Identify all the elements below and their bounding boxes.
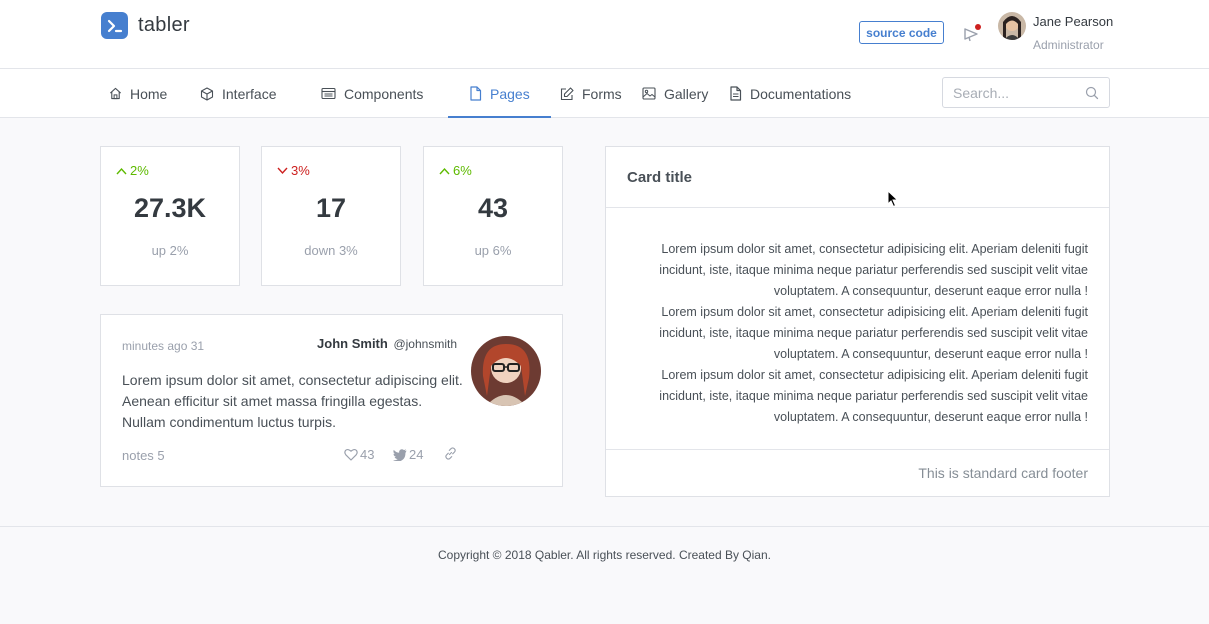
source-code-button[interactable]: source code [859, 21, 944, 44]
card-body: Lorem ipsum dolor sit amet, consectetur … [628, 239, 1088, 428]
nav-label-interface: Interface [222, 85, 277, 102]
stat-label: up 6% [474, 243, 512, 258]
brand-name: tabler [138, 14, 190, 36]
search-icon[interactable] [1085, 86, 1099, 100]
file-icon [470, 86, 482, 101]
stat-card: 6% 43 up 6% [423, 146, 563, 286]
nav-label-home: Home [130, 85, 168, 102]
stat-change: 3% [277, 163, 310, 178]
post-body: Lorem ipsum dolor sit amet, consectetur … [122, 372, 463, 430]
search-input[interactable] [953, 84, 1078, 101]
heart-icon [344, 448, 358, 461]
chevron-up-icon [116, 167, 127, 174]
stat-label: up 2% [151, 243, 189, 258]
page-footer: Copyright © 2018 Qabler. All rights rese… [0, 526, 1209, 624]
stat-change-value: 2% [130, 163, 149, 178]
nav-item-interface[interactable]: Interface [200, 69, 276, 118]
nav-label-documentations: Documentations [750, 85, 852, 102]
notification-dot [975, 24, 981, 30]
content-card: Card title Lorem ipsum dolor sit amet, c… [605, 146, 1110, 497]
main-nav: Home Interface Components Pages Forms Ga… [0, 69, 1209, 118]
mouse-cursor-icon [887, 190, 899, 208]
active-tab-indicator [448, 116, 551, 118]
nav-label-components: Components [344, 85, 424, 102]
user-name: Jane Pearson [1033, 14, 1114, 29]
file-text-icon [730, 86, 742, 101]
top-header: tabler source code Jane Pearson Administ… [0, 0, 1209, 69]
stat-value: 17 [315, 193, 347, 223]
chevron-down-icon [277, 167, 288, 174]
user-avatar[interactable] [998, 12, 1026, 40]
post-card: minutes ago 31 John Smith @johnsmith Lor… [100, 314, 563, 487]
card-paragraph: Lorem ipsum dolor sit amet, consectetur … [659, 368, 1088, 424]
stat-label: down 3% [304, 243, 358, 258]
card-paragraph: Lorem ipsum dolor sit amet, consectetur … [659, 242, 1088, 298]
stat-change: 2% [116, 163, 149, 178]
card-footer: This is standard card footer [606, 449, 1109, 496]
nav-item-documentations[interactable]: Documentations [729, 69, 851, 118]
stat-value: 27.3K [133, 193, 207, 223]
post-notes[interactable]: notes 5 [122, 448, 165, 463]
nav-label-forms: Forms [582, 85, 622, 102]
link-icon [445, 447, 456, 460]
post-link[interactable] [444, 447, 459, 460]
home-icon [110, 87, 121, 100]
terminal-icon [101, 12, 128, 39]
chevron-up-icon [439, 167, 450, 174]
image-icon [642, 87, 656, 100]
stat-change: 6% [439, 163, 472, 178]
post-author-handle: @johnsmith [393, 337, 457, 351]
nav-item-gallery[interactable]: Gallery [642, 69, 708, 118]
nav-item-home[interactable]: Home [109, 69, 167, 118]
card-title: Card title [606, 147, 1109, 208]
nav-item-pages[interactable]: Pages [469, 69, 530, 118]
twitter-icon [393, 448, 407, 461]
post-author[interactable]: John Smith @johnsmith [317, 336, 457, 351]
stat-card: 3% 17 down 3% [261, 146, 401, 286]
post-time: minutes ago 31 [122, 339, 205, 353]
copyright-text: Copyright © 2018 Qabler. All rights rese… [437, 548, 771, 562]
calendar-icon [321, 87, 336, 100]
stat-change-value: 3% [291, 163, 310, 178]
post-likes-count: 43 [360, 447, 375, 462]
stat-change-value: 6% [453, 163, 472, 178]
nav-label-gallery: Gallery [664, 85, 709, 102]
brand-logo[interactable]: tabler [101, 12, 190, 39]
edit-icon [560, 86, 574, 100]
post-author-name: John Smith [317, 336, 388, 351]
post-author-avatar[interactable] [471, 336, 541, 406]
stat-card: 2% 27.3K up 2% [100, 146, 240, 286]
card-paragraph: Lorem ipsum dolor sit amet, consectetur … [659, 305, 1088, 361]
nav-item-forms[interactable]: Forms [560, 69, 622, 118]
user-role: Administrator [1033, 38, 1104, 52]
post-tweets-count: 24 [409, 447, 424, 462]
search-box[interactable] [942, 77, 1110, 108]
nav-item-components[interactable]: Components [321, 69, 423, 118]
post-likes[interactable]: 43 [344, 447, 374, 462]
stat-value: 43 [477, 193, 509, 223]
box-icon [200, 86, 214, 101]
post-tweets[interactable]: 24 [393, 447, 423, 462]
nav-label-pages: Pages [490, 85, 530, 102]
